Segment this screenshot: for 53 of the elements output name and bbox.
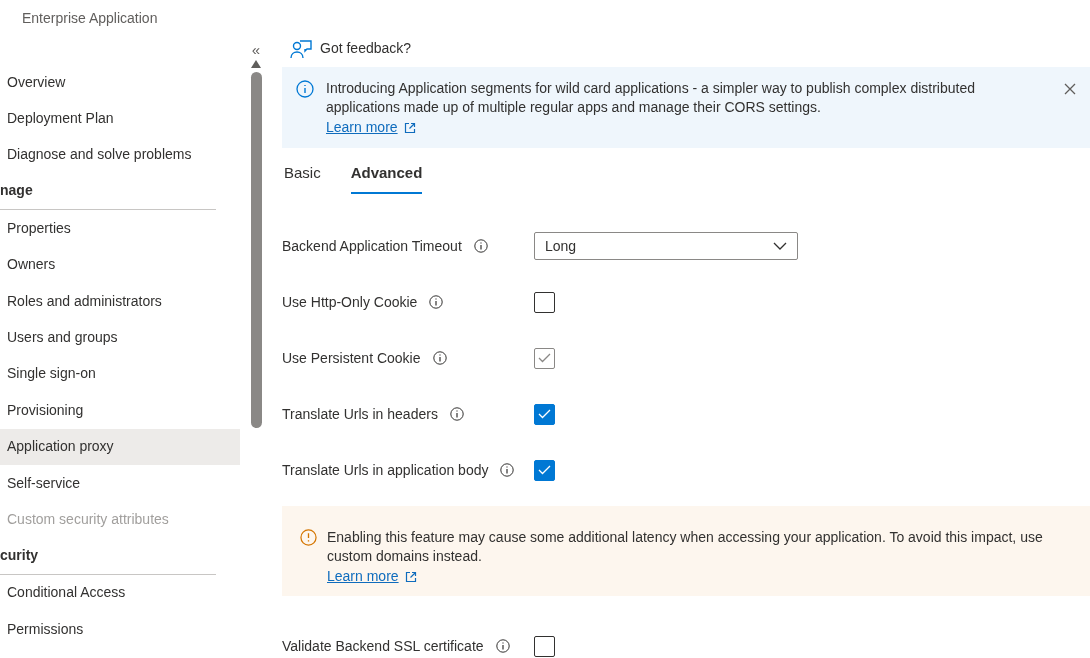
sidebar-item[interactable]: Roles and administrators xyxy=(0,282,240,320)
sidebar-item[interactable]: Self-service xyxy=(0,464,240,502)
scroll-up-icon[interactable] xyxy=(250,59,262,69)
info-icon xyxy=(429,295,444,309)
scrollbar-thumb[interactable] xyxy=(250,72,262,428)
checkmark-icon xyxy=(538,353,551,363)
sidebar-item[interactable]: Owners xyxy=(0,246,240,283)
chevron-down-icon xyxy=(773,242,787,250)
setting-label: Use Http-Only Cookie xyxy=(282,292,418,312)
checkmark-icon xyxy=(538,409,551,419)
checkbox[interactable] xyxy=(534,635,555,657)
learn-more-link[interactable]: Learn more xyxy=(326,117,416,138)
tab[interactable]: Basic xyxy=(284,162,321,194)
external-link-icon xyxy=(404,570,417,583)
sidebar-item[interactable]: Users and groups xyxy=(0,319,240,356)
sidebar-item[interactable]: Overview xyxy=(0,64,240,101)
checkbox[interactable] xyxy=(534,459,555,481)
section-heading: curity xyxy=(0,545,39,565)
learn-more-link[interactable]: Learn more xyxy=(327,566,417,587)
setting-label: Validate Backend SSL certificate xyxy=(282,636,484,656)
checkmark-icon xyxy=(538,465,551,475)
sidebar-item[interactable]: Properties xyxy=(0,210,240,247)
sidebar-item[interactable]: Deployment Plan xyxy=(0,100,240,137)
sidebar-item[interactable]: Diagnose and solve problems xyxy=(0,136,240,174)
warning-text: Enabling this feature may cause some additional latency when accessing your application. To avoid this impact, use custom domains instead. xyxy=(327,528,1044,566)
setting-label: Backend Application Timeout xyxy=(282,236,462,256)
feedback-link[interactable]: Got feedback? xyxy=(320,38,412,59)
sidebar-item[interactable]: Provisioning xyxy=(0,392,240,429)
info-icon xyxy=(449,407,464,421)
sidebar-item[interactable]: Application proxy xyxy=(0,428,240,465)
page-subtitle: Enterprise Application xyxy=(22,10,158,26)
close-icon[interactable] xyxy=(1064,83,1076,95)
setting-label: Use Persistent Cookie xyxy=(282,348,421,368)
sidebar-item[interactable]: Conditional Access xyxy=(0,574,240,612)
section-heading: nage xyxy=(0,181,33,201)
setting-label: Translate Urls in application body xyxy=(282,460,489,480)
banner-text: Introducing Application segments for wild card applications - a simpler way to publish complex distributed applications made up of multiple regular apps and manage their CORS settings. xyxy=(326,79,976,117)
info-icon xyxy=(495,639,510,653)
sidebar-item[interactable]: Permissions xyxy=(0,611,240,648)
info-icon xyxy=(296,80,314,98)
checkbox[interactable] xyxy=(534,403,555,425)
tab[interactable]: Advanced xyxy=(350,162,423,194)
sidebar-item[interactable]: Single sign-on xyxy=(0,355,240,393)
info-icon xyxy=(432,351,447,365)
checkbox[interactable] xyxy=(534,291,555,313)
external-link-icon xyxy=(403,121,416,134)
setting-label: Translate Urls in headers xyxy=(282,404,438,424)
feedback-icon xyxy=(290,38,312,59)
info-icon xyxy=(500,463,515,477)
warning-icon xyxy=(300,529,317,546)
timeout-dropdown[interactable]: Long xyxy=(534,232,798,260)
info-icon xyxy=(473,239,488,253)
collapse-button[interactable]: « xyxy=(251,42,261,57)
